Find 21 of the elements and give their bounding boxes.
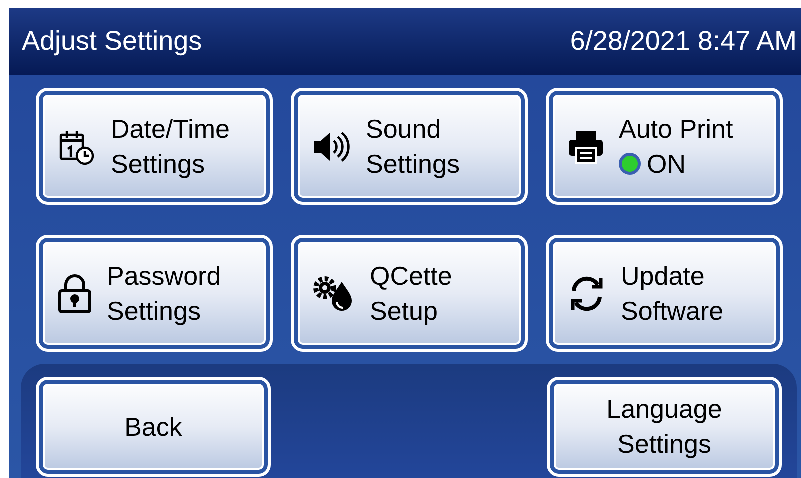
button-label: Back [124, 410, 182, 444]
screen-title: Adjust Settings [22, 25, 202, 58]
speaker-icon [312, 130, 352, 164]
date-time: 6/28/2021 8:47 AM [570, 25, 797, 58]
button-label: Date/Time Settings [111, 112, 230, 180]
button-label: Auto Print [619, 112, 734, 146]
settings-button[interactable]: Update Software [546, 235, 783, 352]
button-label: QCette Setup [370, 260, 452, 328]
button-label: Password Settings [107, 260, 222, 328]
button-label: Language Settings [606, 393, 722, 461]
button-label: Sound Settings [366, 112, 460, 180]
status-text: ON [647, 148, 686, 180]
settings-button[interactable]: Date/Time Settings [36, 88, 273, 205]
language-settings-button[interactable]: Language Settings [547, 377, 782, 477]
button-label: Update Software [621, 260, 724, 328]
settings-button[interactable]: QCette Setup [291, 235, 528, 352]
settings-button[interactable]: Password Settings [36, 235, 273, 352]
padlock-icon [57, 272, 93, 314]
settings-button[interactable]: Sound Settings [291, 88, 528, 205]
settings-button[interactable]: Auto Print ON [546, 88, 783, 205]
back-button[interactable]: Back [36, 377, 271, 477]
